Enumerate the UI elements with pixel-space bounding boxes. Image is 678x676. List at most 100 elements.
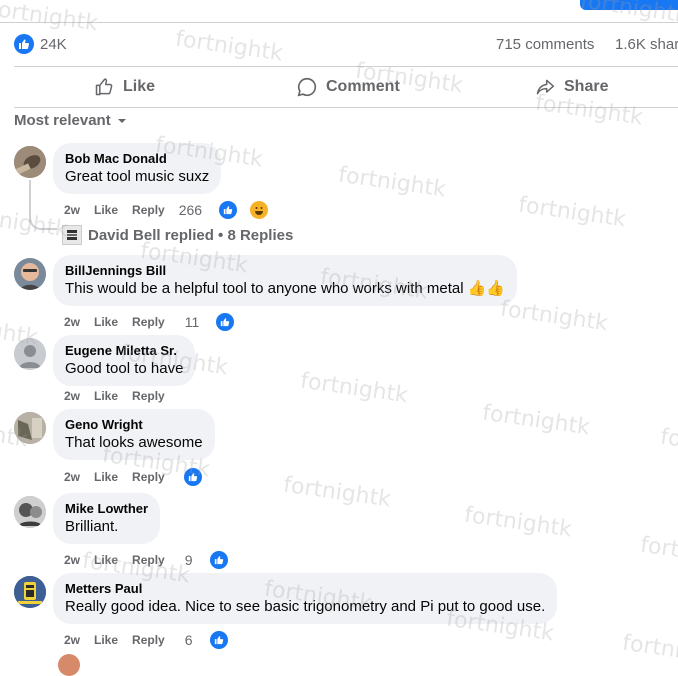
comment-bubble: Geno Wright That looks awesome <box>53 409 215 460</box>
comment-like-link[interactable]: Like <box>94 553 118 567</box>
like-reaction-icon <box>208 630 229 650</box>
view-replies-link[interactable]: David Bell replied • 8 Replies <box>62 225 293 245</box>
avatar[interactable] <box>14 412 46 444</box>
haha-reaction-icon <box>249 200 270 220</box>
watermark: fortnightk <box>281 472 393 513</box>
like-reaction-icon <box>182 467 203 487</box>
comment-like-link[interactable]: Like <box>94 315 118 329</box>
comment-text: That looks awesome <box>65 434 203 451</box>
comment-button-label: Comment <box>326 78 400 95</box>
share-arrow-icon <box>536 79 555 95</box>
reaction-count: 11 <box>184 314 200 330</box>
comment-text: Great tool music suxz <box>65 168 210 185</box>
comment-time[interactable]: 2w <box>64 389 80 403</box>
comment-meta: 2w Like Reply 9 <box>64 550 243 570</box>
reaction-summary[interactable]: 266 <box>179 200 283 220</box>
comment-like-link[interactable]: Like <box>94 203 118 217</box>
avatar[interactable] <box>14 338 46 370</box>
comment-reply-link[interactable]: Reply <box>132 389 165 403</box>
commenter-name[interactable]: Mike Lowther <box>65 500 148 517</box>
comment-reply-link[interactable]: Reply <box>132 470 165 484</box>
post-stats: 24K 715 comments 1.6K shares <box>14 34 678 56</box>
comment-bubble: Eugene Miletta Sr. Good tool to have <box>53 335 196 386</box>
like-button-label: Like <box>123 78 156 95</box>
like-reaction-icon <box>208 550 229 570</box>
watermark: fortnightk <box>620 630 678 671</box>
comment-bubble: BillJennings Bill This would be a helpfu… <box>53 255 518 306</box>
avatar[interactable] <box>14 496 46 528</box>
reaction-summary[interactable] <box>182 467 217 487</box>
thumbs-up-icon <box>95 78 113 96</box>
sort-dropdown[interactable]: Most relevant <box>14 112 127 129</box>
commenter-name[interactable]: Eugene Miletta Sr. <box>65 342 183 359</box>
comment-text: Really good idea. Nice to see basic trig… <box>65 598 546 615</box>
like-reaction-icon <box>218 200 239 220</box>
comment-like-link[interactable]: Like <box>94 389 118 403</box>
like-reaction-icon <box>215 312 236 332</box>
comment-bubble: Metters Paul Really good idea. Nice to s… <box>53 573 558 624</box>
comment-text: This would be a helpful tool to anyone w… <box>65 280 506 297</box>
comment-text: Good tool to have <box>65 360 184 377</box>
comment-meta: 2w Like Reply <box>64 467 217 487</box>
avatar[interactable] <box>14 258 46 290</box>
reaction-count: 9 <box>184 552 193 568</box>
comment-meta: 2w Like Reply 266 <box>64 200 283 220</box>
reaction-summary[interactable]: 11 <box>185 312 250 332</box>
comment-time[interactable]: 2w <box>64 633 80 647</box>
commenter-name[interactable]: Metters Paul <box>65 580 545 597</box>
caret-down-icon <box>117 118 126 123</box>
comment-reply-link[interactable]: Reply <box>132 633 165 647</box>
avatar[interactable] <box>14 146 46 178</box>
comment-reply-link[interactable]: Reply <box>132 315 165 329</box>
comment-text: Brilliant. <box>65 518 119 535</box>
watermark: fortnightk <box>462 502 574 543</box>
watermark: fortnightk <box>298 368 410 409</box>
comment-time[interactable]: 2w <box>64 470 80 484</box>
comment-bubble: Mike Lowther Brilliant. <box>53 493 161 544</box>
reaction-count: 266 <box>178 202 203 218</box>
comment-button[interactable]: Comment <box>296 74 400 100</box>
reaction-count: 6 <box>184 632 193 648</box>
divider <box>14 66 678 67</box>
comment-count[interactable]: 715 comments <box>496 36 594 53</box>
comment-bubble: Bob Mac Donald Great tool music suxz <box>53 143 222 194</box>
avatar[interactable] <box>58 654 80 676</box>
watermark: fortnightk <box>336 162 448 203</box>
commenter-name[interactable]: Bob Mac Donald <box>65 150 209 167</box>
watermark: fortnightk <box>0 0 100 37</box>
watermark: fortnightk <box>480 400 592 441</box>
reply-summary-text: David Bell replied • 8 Replies <box>88 226 294 244</box>
comment-reply-link[interactable]: Reply <box>132 553 165 567</box>
commenter-name[interactable]: Geno Wright <box>65 416 203 433</box>
comment-bubble-icon <box>297 77 317 97</box>
comment-like-link[interactable]: Like <box>94 470 118 484</box>
commenter-name[interactable]: BillJennings Bill <box>65 262 505 279</box>
avatar[interactable] <box>14 576 46 608</box>
divider <box>14 107 678 108</box>
sort-label: Most relevant <box>14 112 111 129</box>
watermark: fortnightk <box>658 424 678 465</box>
share-button[interactable]: Share <box>534 74 608 100</box>
reaction-summary[interactable]: 6 <box>185 630 243 650</box>
top-action-button[interactable] <box>580 0 678 10</box>
share-button-label: Share <box>564 78 609 95</box>
watermark: fortnightk <box>516 192 628 233</box>
comment-meta: 2w Like Reply 6 <box>64 630 243 650</box>
share-count[interactable]: 1.6K shares <box>615 36 678 53</box>
watermark: fortnightk <box>638 532 678 573</box>
like-button[interactable]: Like <box>93 74 155 100</box>
comment-time[interactable]: 2w <box>64 553 80 567</box>
comment-meta: 2w Like Reply 11 <box>64 312 249 332</box>
comment-like-link[interactable]: Like <box>94 633 118 647</box>
reply-avatar <box>62 225 82 245</box>
like-reaction-icon[interactable] <box>14 34 34 54</box>
watermark: fortnightk <box>498 296 610 337</box>
divider <box>0 22 678 23</box>
comment-meta: 2w Like Reply <box>64 389 179 403</box>
comment-time[interactable]: 2w <box>64 315 80 329</box>
like-count[interactable]: 24K <box>40 36 67 53</box>
reaction-summary[interactable]: 9 <box>185 550 243 570</box>
thread-connector <box>29 206 57 230</box>
comment-time[interactable]: 2w <box>64 203 80 217</box>
comment-reply-link[interactable]: Reply <box>132 203 165 217</box>
